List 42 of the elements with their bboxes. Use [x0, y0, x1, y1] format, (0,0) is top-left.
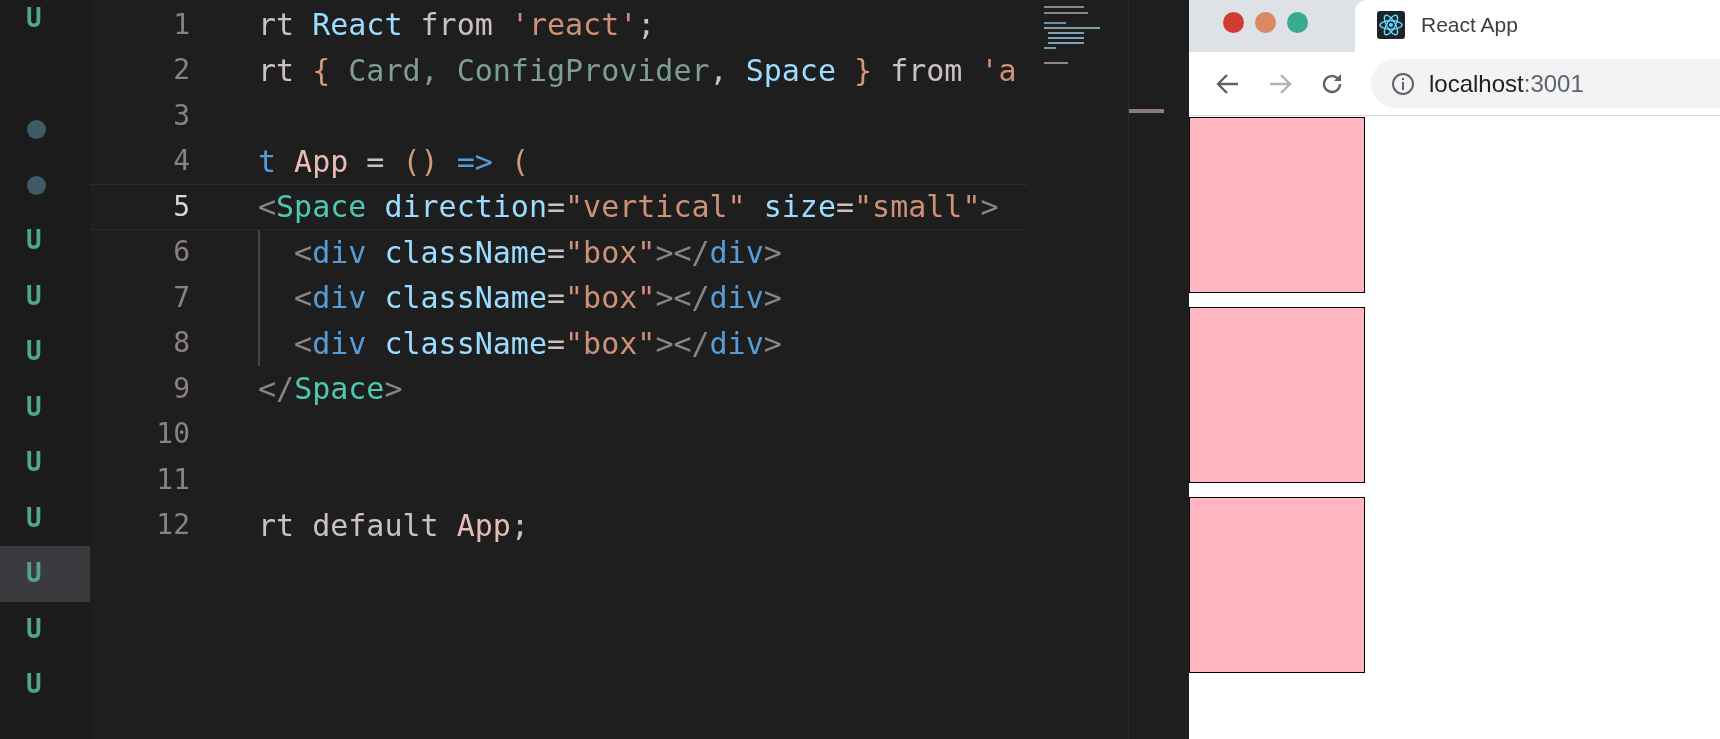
- close-window-button[interactable]: [1223, 11, 1244, 33]
- line-number: 6: [173, 234, 190, 271]
- line-number: 4: [173, 143, 190, 180]
- line-number: 3: [173, 97, 190, 134]
- code-line: rt default App;: [258, 506, 529, 545]
- address-bar[interactable]: localhost:3001: [1371, 59, 1720, 108]
- scrollbar-thumb[interactable]: [1129, 109, 1164, 113]
- line-number: 12: [156, 507, 190, 544]
- untracked-status: U: [26, 2, 42, 36]
- untracked-status: U: [26, 446, 42, 480]
- untracked-status: U: [26, 279, 42, 313]
- minimize-window-button[interactable]: [1255, 11, 1276, 33]
- untracked-status: U: [26, 501, 42, 535]
- code-line: <div className="box"></div>: [293, 324, 782, 363]
- line-number: 5: [173, 188, 190, 225]
- line-number: 2: [173, 52, 190, 89]
- untracked-status: U: [26, 390, 42, 424]
- line-number: 9: [173, 370, 190, 407]
- untracked-status: U: [26, 612, 42, 646]
- code-line: t App = () => (: [258, 142, 529, 181]
- tab-title: React App: [1421, 12, 1518, 39]
- line-number: 10: [156, 416, 190, 453]
- code-line: <div className="box"></div>: [293, 279, 782, 318]
- atom-icon: [1377, 11, 1405, 39]
- untracked-status: U: [26, 224, 42, 258]
- file-row[interactable]: U: [0, 546, 90, 602]
- code-line: <Space direction="vertical" size="small">: [258, 188, 999, 227]
- line-number: 8: [173, 325, 190, 362]
- maximize-window-button[interactable]: [1287, 11, 1308, 33]
- code-line: rt { Card, ConfigProvider, Space } from 'a: [258, 51, 1017, 90]
- info-icon: [1391, 71, 1415, 96]
- line-number: 7: [173, 279, 190, 316]
- url-text: localhost:3001: [1429, 68, 1584, 99]
- code-line: </Space>: [258, 370, 403, 409]
- untracked-status: U: [26, 668, 42, 702]
- untracked-status: U: [26, 557, 42, 591]
- code-line: <div className="box"></div>: [293, 233, 782, 272]
- untracked-status: U: [26, 335, 42, 369]
- line-number: 1: [173, 6, 190, 43]
- browser-tab[interactable]: React App: [1355, 0, 1720, 52]
- line-number: 11: [156, 461, 190, 498]
- code-line: rt React from 'react';: [258, 6, 656, 45]
